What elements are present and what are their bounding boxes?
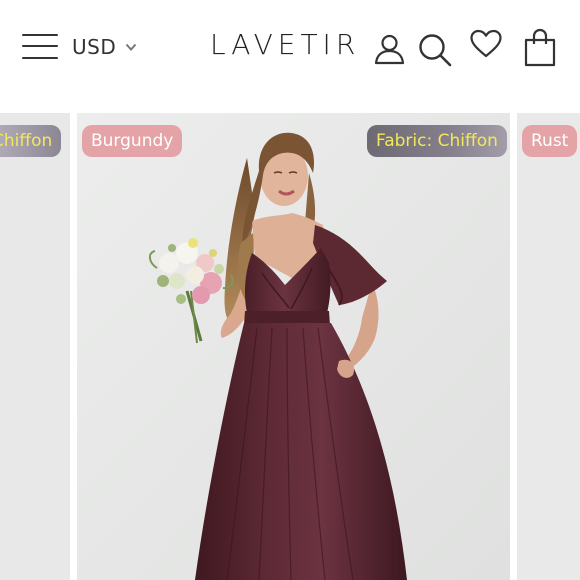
currency-selector[interactable]: USD xyxy=(72,35,137,59)
site-header: USD LAVETIR xyxy=(0,0,580,100)
search-icon[interactable] xyxy=(417,32,453,68)
shopping-bag-icon[interactable] xyxy=(523,28,557,68)
color-tag: Rust xyxy=(522,125,578,157)
menu-icon[interactable] xyxy=(22,31,60,63)
chevron-down-icon xyxy=(125,43,137,51)
site-logo[interactable]: LAVETIR xyxy=(210,28,360,61)
product-card-next[interactable]: Rust xyxy=(517,113,580,580)
color-tag: Burgundy xyxy=(82,125,183,157)
heart-icon[interactable] xyxy=(469,29,503,59)
account-icon[interactable] xyxy=(373,33,406,65)
product-card-previous[interactable]: Chiffon xyxy=(0,113,70,580)
fabric-tag: Chiffon xyxy=(0,125,62,157)
currency-label: USD xyxy=(72,35,117,59)
product-card-burgundy[interactable]: Burgundy Fabric: Chiffon xyxy=(77,113,510,580)
product-gallery[interactable]: Chiffon xyxy=(0,113,580,580)
dress-model-photo xyxy=(77,113,510,580)
fabric-tag: Fabric: Chiffon xyxy=(367,125,507,157)
